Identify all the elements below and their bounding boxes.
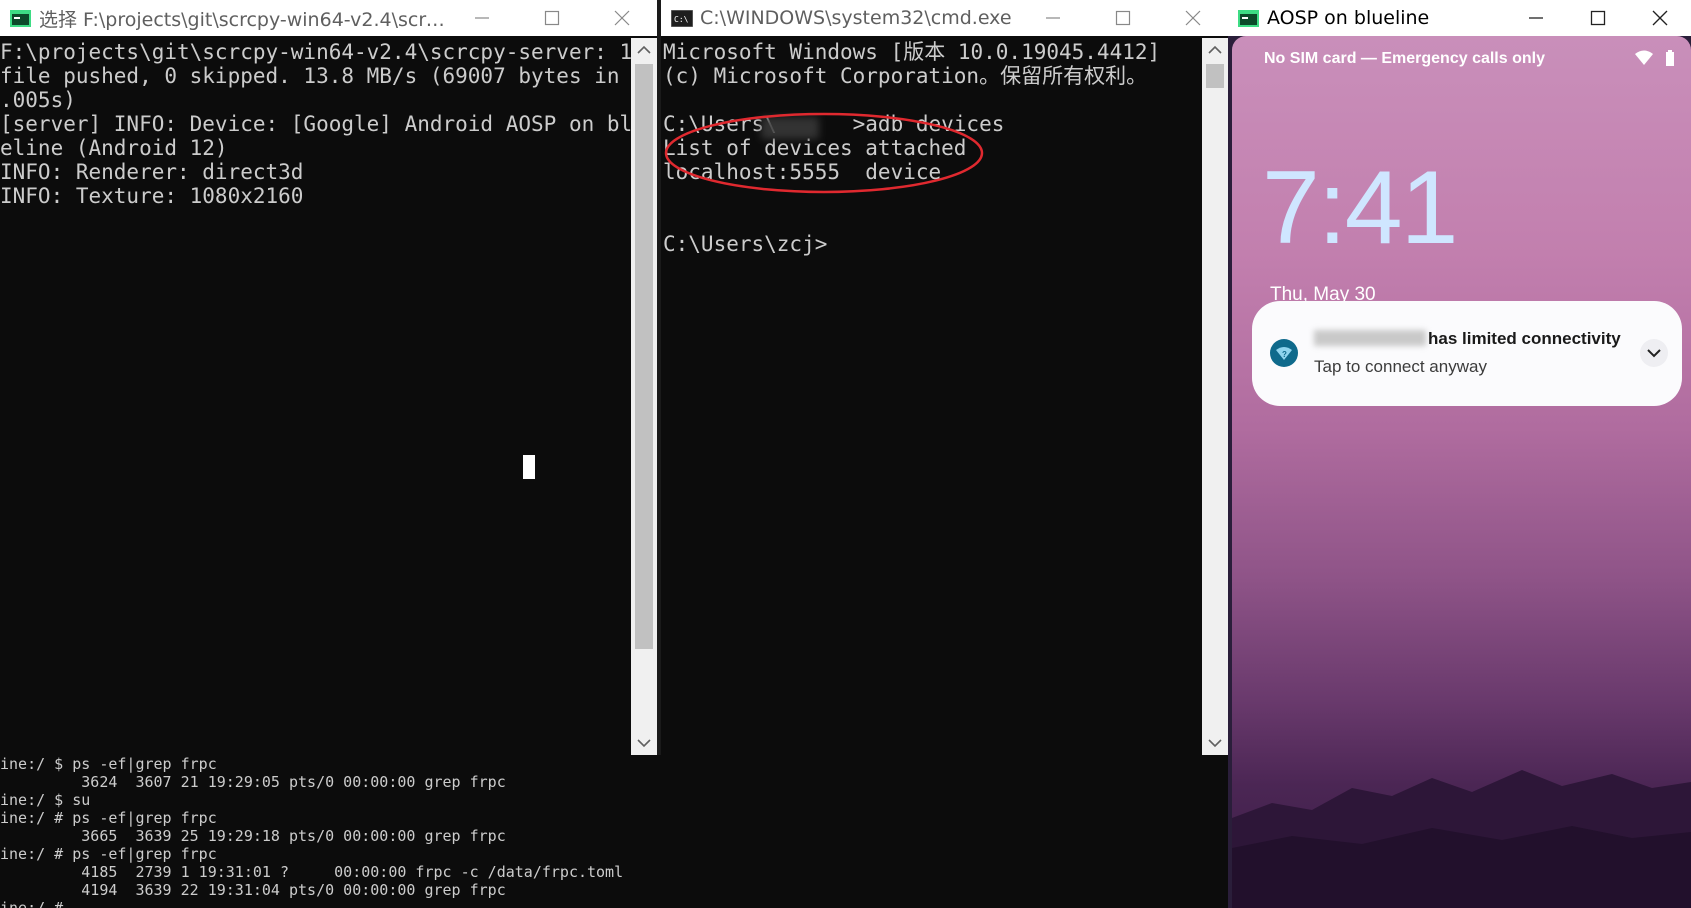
- scrcpy-phone-window[interactable]: AOSP on blueline No SIM card — Emergency…: [1228, 0, 1691, 908]
- scroll-up-icon[interactable]: [631, 38, 657, 62]
- window-title: AOSP on blueline: [1267, 7, 1430, 29]
- console-line: 4194 3639 22 19:31:04 pts/0 00:00:00 gre…: [0, 881, 506, 899]
- device-screen[interactable]: No SIM card — Emergency calls only 7:41 …: [1232, 36, 1691, 908]
- minimize-button[interactable]: [1505, 0, 1567, 36]
- cmd-icon: C:\: [670, 9, 694, 27]
- android-icon: [1238, 9, 1259, 27]
- title-bar[interactable]: AOSP on blueline: [1228, 0, 1691, 36]
- title-bar[interactable]: 选择 F:\projects\git\scrcpy-win64-v2.4\scr…: [0, 0, 657, 36]
- vertical-scrollbar[interactable]: [631, 38, 657, 755]
- window-gap: [1228, 755, 1232, 908]
- sim-status-text: No SIM card — Emergency calls only: [1264, 50, 1545, 67]
- lockscreen-clock: 7:41: [1262, 150, 1458, 266]
- wifi-notification-card[interactable]: ? has limited connectivity Tap to connec…: [1252, 301, 1682, 406]
- close-button[interactable]: [1158, 0, 1228, 36]
- maximize-button[interactable]: [517, 0, 587, 36]
- scroll-down-icon[interactable]: [631, 731, 657, 755]
- console-line: ine:/ $ su: [0, 791, 91, 809]
- redacted-network-name: [1314, 330, 1426, 346]
- scroll-up-icon[interactable]: [1202, 38, 1228, 62]
- console-line: [server] INFO: Device: [Google] Android …: [0, 112, 645, 136]
- android-terminal-icon: [10, 9, 31, 27]
- text-cursor: [523, 455, 535, 479]
- window-title: C:\WINDOWS\system32\cmd.exe: [700, 7, 1012, 29]
- scroll-down-icon[interactable]: [1202, 731, 1228, 755]
- console-line: (c) Microsoft Corporation。保留所有权利。: [663, 64, 1148, 88]
- close-button[interactable]: [587, 0, 657, 36]
- status-bar: No SIM card — Emergency calls only: [1264, 50, 1681, 68]
- console-line: 3665 3639 25 19:29:18 pts/0 00:00:00 gre…: [0, 827, 506, 845]
- console-line: Microsoft Windows [版本 10.0.19045.4412]: [663, 40, 1161, 64]
- highlight-ellipse: [664, 112, 984, 194]
- wifi-icon: [1635, 50, 1653, 71]
- notification-subtitle: Tap to connect anyway: [1314, 357, 1487, 376]
- wifi-question-icon: ?: [1270, 339, 1298, 372]
- console-line: ine:/ #: [0, 899, 64, 908]
- wallpaper-mountains: [1232, 770, 1691, 908]
- battery-icon: [1665, 50, 1675, 71]
- expand-chevron-icon[interactable]: [1640, 339, 1668, 367]
- vertical-scrollbar[interactable]: [1202, 38, 1228, 755]
- notification-title: has limited connectivity: [1428, 329, 1621, 348]
- cmd-window[interactable]: C:\ C:\WINDOWS\system32\cmd.exe Microsof…: [661, 0, 1228, 755]
- svg-text:?: ?: [1282, 350, 1287, 359]
- console-line: C:\Users\zcj>: [663, 232, 828, 256]
- svg-text:C:\: C:\: [674, 15, 689, 24]
- console-line: file pushed, 0 skipped. 13.8 MB/s (69007…: [0, 64, 645, 88]
- title-bar[interactable]: C:\ C:\WINDOWS\system32\cmd.exe: [661, 0, 1228, 36]
- maximize-button[interactable]: [1088, 0, 1158, 36]
- console-line: ine:/ # ps -ef|grep frpc: [0, 845, 217, 863]
- console-line: ine:/ $ ps -ef|grep frpc: [0, 755, 217, 773]
- scroll-thumb[interactable]: [635, 64, 653, 649]
- minimize-button[interactable]: [1018, 0, 1088, 36]
- scroll-thumb[interactable]: [1206, 64, 1224, 88]
- console-line: 3624 3607 21 19:29:05 pts/0 00:00:00 gre…: [0, 773, 506, 791]
- console-line: INFO: Texture: 1080x2160: [0, 184, 304, 208]
- window-title: 选择 F:\projects\git\scrcpy-win64-v2.4\scr…: [39, 8, 447, 31]
- console-output[interactable]: F:\projects\git\scrcpy-win64-v2.4\scrcpy…: [0, 38, 645, 755]
- console-line: eline (Android 12): [0, 136, 228, 160]
- scrcpy-console-window[interactable]: 选择 F:\projects\git\scrcpy-win64-v2.4\scr…: [0, 0, 657, 755]
- minimize-button[interactable]: [447, 0, 517, 36]
- console-line: ine:/ # ps -ef|grep frpc: [0, 809, 217, 827]
- console-line: INFO: Renderer: direct3d: [0, 160, 304, 184]
- console-line: F:\projects\git\scrcpy-win64-v2.4\scrcpy…: [0, 40, 633, 64]
- console-line: 4185 2739 1 19:31:01 ? 00:00:00 frpc -c …: [0, 863, 624, 881]
- adb-shell-output[interactable]: ine:/ $ ps -ef|grep frpc 3624 3607 21 19…: [0, 755, 1228, 908]
- console-line: .005s): [0, 88, 76, 112]
- close-button[interactable]: [1629, 0, 1691, 36]
- maximize-button[interactable]: [1567, 0, 1629, 36]
